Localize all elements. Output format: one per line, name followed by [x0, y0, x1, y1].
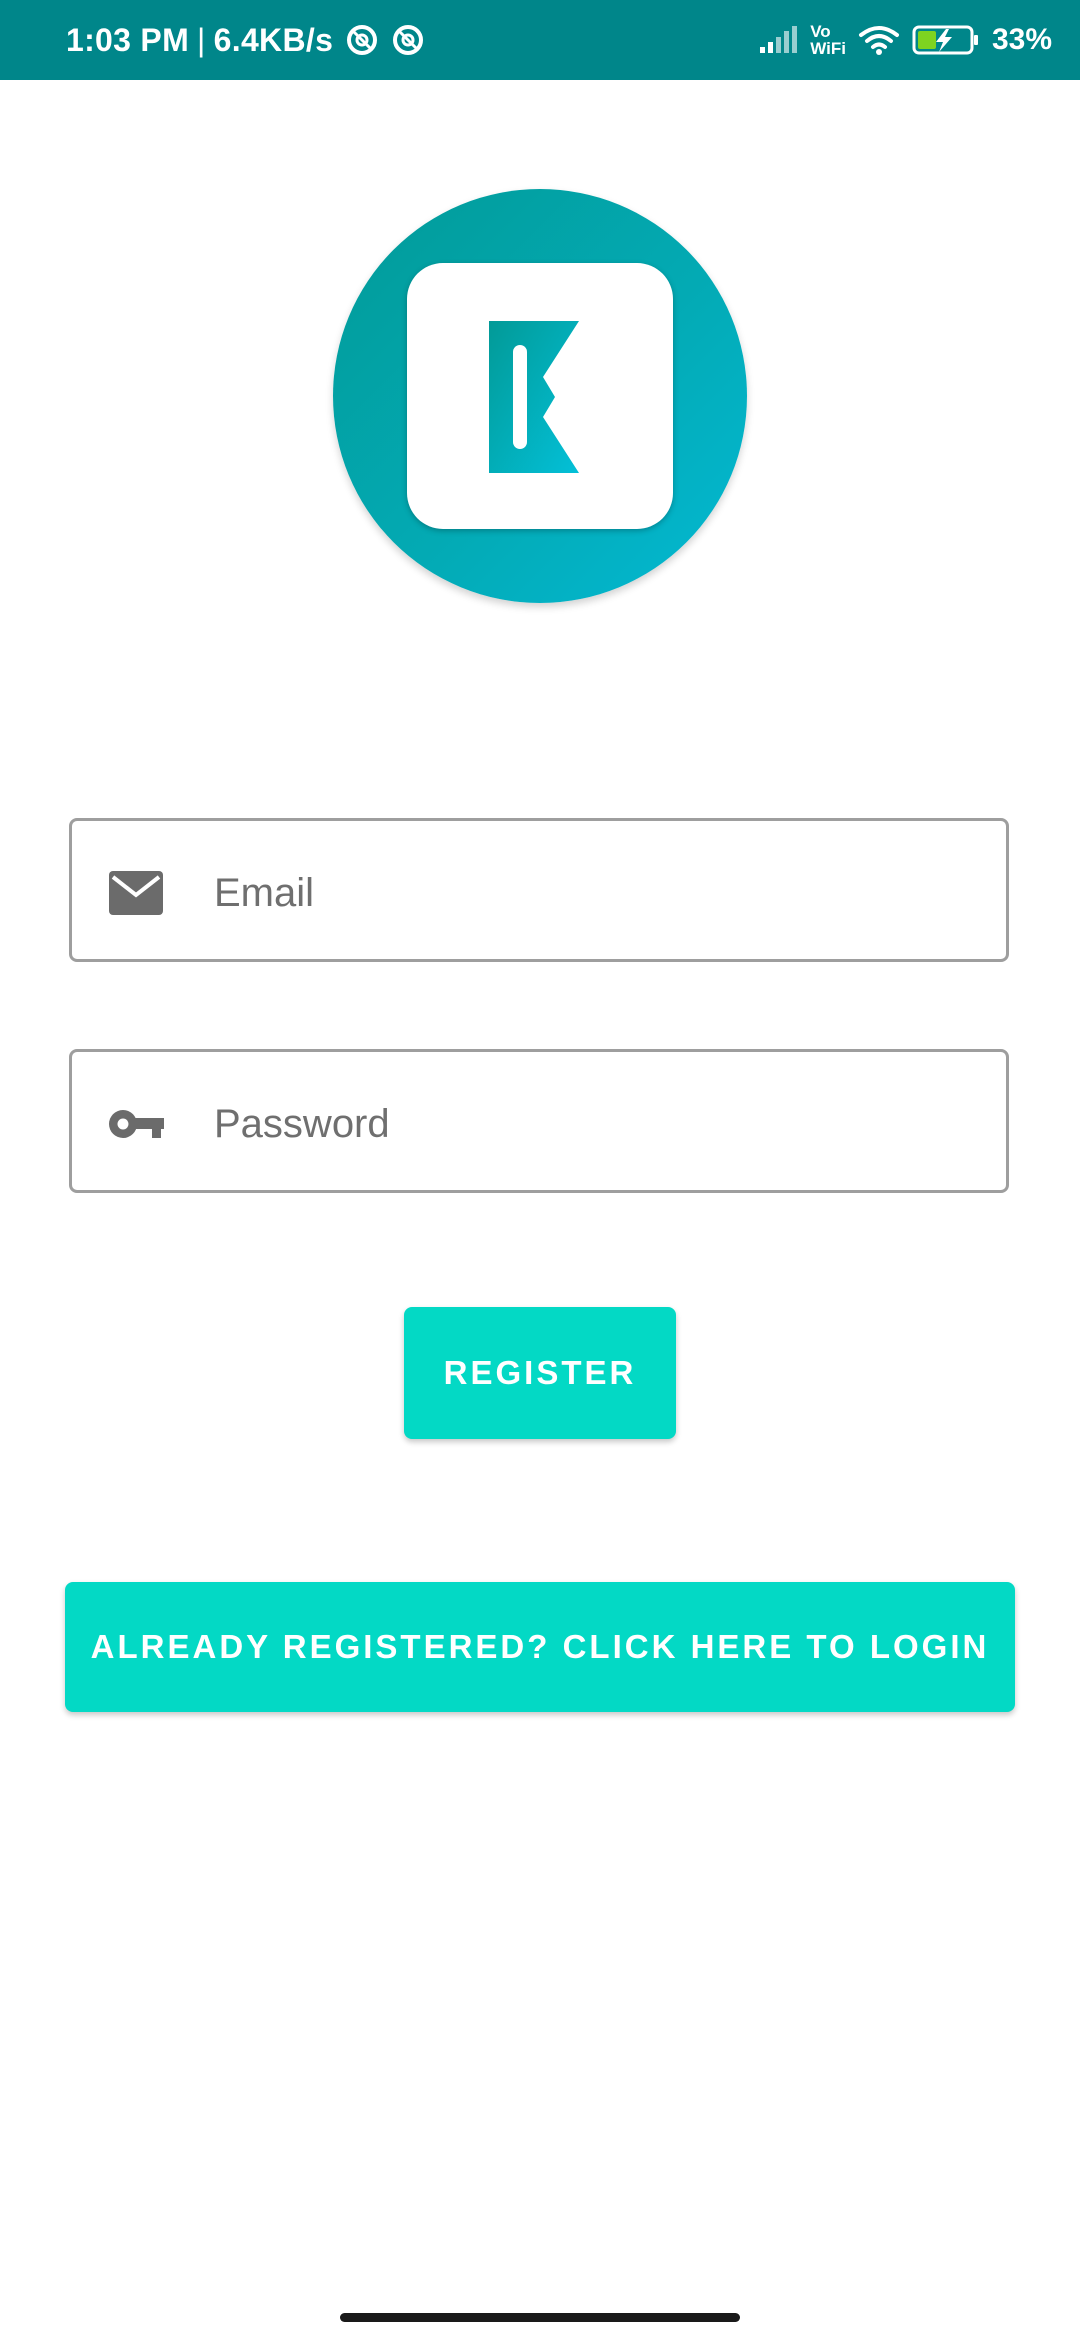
key-icon: [109, 1110, 164, 1138]
battery-icon: [912, 25, 978, 55]
password-input[interactable]: [214, 1082, 974, 1166]
notification-icon-2: [393, 25, 424, 55]
signal-icon: [760, 26, 798, 53]
logo-tile: [407, 263, 673, 529]
vowifi-top: Vo: [810, 22, 831, 41]
email-icon: [109, 871, 163, 915]
status-left: 1:03 PM | 6.4KB/s: [66, 0, 425, 80]
app-logo: [333, 189, 747, 603]
login-button[interactable]: ALREADY REGISTERED? CLICK HERE TO LOGIN: [65, 1582, 1015, 1712]
vowifi-indicator: Vo WiFi: [810, 23, 846, 57]
status-separator: |: [197, 21, 206, 58]
home-indicator[interactable]: [340, 2313, 740, 2322]
status-right: Vo WiFi 33%: [758, 0, 1052, 80]
email-input[interactable]: [214, 851, 974, 935]
network-speed: 6.4KB/s: [213, 21, 334, 58]
password-field[interactable]: [69, 1049, 1009, 1193]
status-bar: 1:03 PM | 6.4KB/s Vo WiFi 33%: [0, 0, 1080, 80]
battery-percent: 33%: [991, 23, 1052, 56]
vowifi-bottom: WiFi: [810, 39, 846, 58]
register-button[interactable]: REGISTER: [404, 1307, 676, 1439]
notification-icon: [347, 25, 378, 55]
wifi-icon: [858, 26, 899, 55]
email-field[interactable]: [69, 818, 1009, 962]
logo-mark-icon: [489, 321, 579, 473]
status-time: 1:03 PM: [66, 21, 190, 58]
